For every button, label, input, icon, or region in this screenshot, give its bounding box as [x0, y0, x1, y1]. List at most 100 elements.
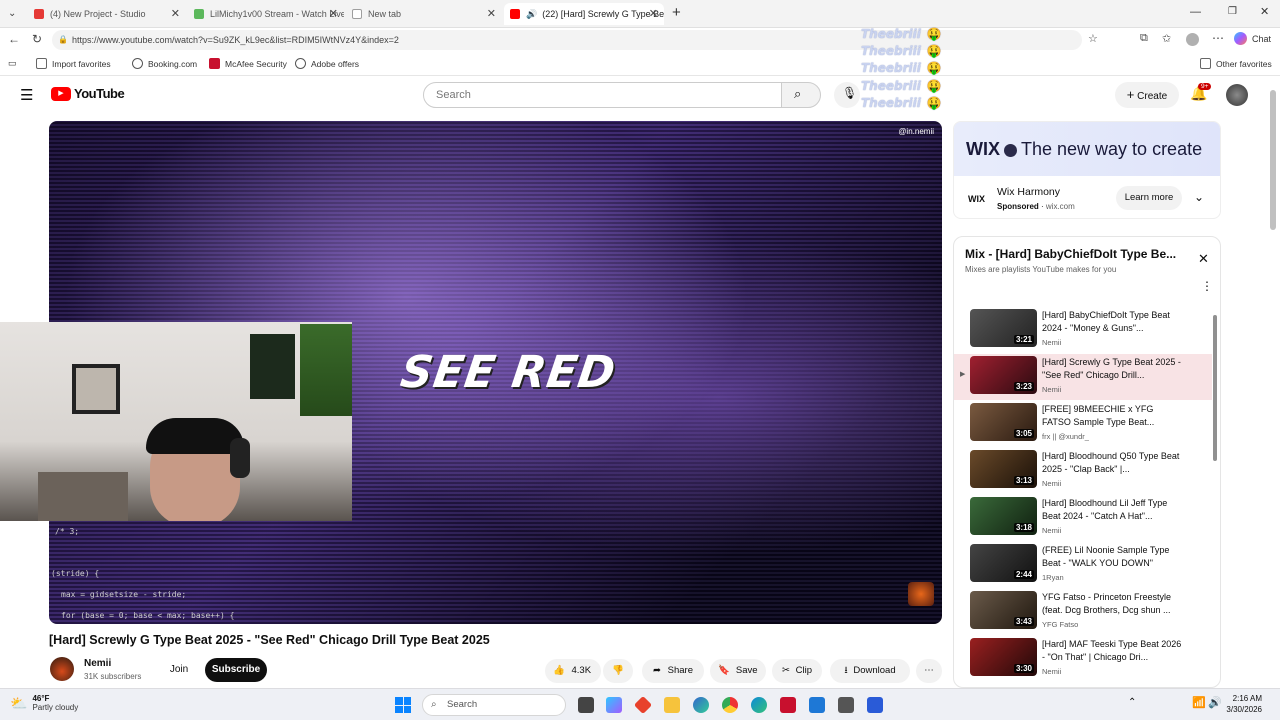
edge-icon[interactable]: [693, 697, 709, 713]
close-icon[interactable]: ✕: [171, 7, 180, 20]
favorites-icon[interactable]: ✩: [1162, 32, 1171, 45]
playlist-item-current[interactable]: ▶ 3:23 [Hard] Screwly G Type Beat 2025 -…: [954, 354, 1212, 400]
favorite-label: Adobe offers: [311, 58, 360, 69]
youtube-header: ☰ ▶ YouTube Search ⌕ 🎙 + Create 🔔 9+: [0, 76, 1270, 114]
wall-picture: [72, 364, 120, 414]
maximize-icon[interactable]: ❐: [1228, 6, 1237, 17]
speaker-icon[interactable]: 🔊: [526, 9, 537, 20]
refresh-icon[interactable]: ↻: [32, 32, 42, 46]
notifications-button[interactable]: 🔔 9+: [1190, 83, 1212, 103]
chevron-down-icon[interactable]: ⌄: [1194, 190, 1204, 204]
close-icon[interactable]: ✕: [487, 7, 496, 20]
avatar[interactable]: [1226, 84, 1248, 106]
playlist-item[interactable]: 3:43 YFG Fatso - Princeton Freestyle (fe…: [954, 589, 1212, 635]
close-icon[interactable]: ✕: [649, 7, 658, 20]
store-icon[interactable]: [838, 697, 854, 713]
more-icon[interactable]: ⋯: [1212, 31, 1224, 45]
other-favorites-label: Other favorites: [1216, 58, 1272, 69]
tab-stream[interactable]: LilMichy1v00 Stream - Watch Live ✕: [188, 3, 344, 25]
tab-studio[interactable]: (4) New Project - Studio ✕: [28, 3, 186, 25]
other-favorites[interactable]: Other favorites: [1200, 58, 1272, 69]
folder-icon: [1200, 58, 1211, 69]
mcafee-icon[interactable]: [780, 697, 796, 713]
search-button[interactable]: ⌕: [781, 82, 821, 108]
taskbar-search[interactable]: ⌕ Search: [422, 694, 566, 716]
playlist-item[interactable]: 2:44 (FREE) Lil Noonie Sample Type Beat …: [954, 542, 1212, 588]
create-button[interactable]: + Create: [1115, 82, 1179, 108]
start-button[interactable]: [395, 697, 411, 713]
clock[interactable]: 2:16 AM 3/30/2026: [1224, 693, 1262, 715]
favorite-booking[interactable]: Booking.com: [132, 58, 197, 69]
clip-button[interactable]: ✂ Clip: [772, 659, 822, 683]
page-scrollbar[interactable]: [1270, 90, 1276, 230]
mix-title[interactable]: Mix - [Hard] BabyChiefDoIt Type Be...: [965, 247, 1185, 261]
youtube-logo[interactable]: ▶ YouTube: [51, 86, 125, 101]
close-window-icon[interactable]: ✕: [1260, 5, 1269, 18]
ad-banner[interactable]: WIX The new way to create: [954, 122, 1220, 176]
chrome-icon[interactable]: [722, 697, 738, 713]
learn-more-button[interactable]: Learn more: [1116, 186, 1182, 210]
join-button[interactable]: Join: [160, 658, 198, 682]
playlist-item[interactable]: 3:21 [Hard] BabyChiefDoIt Type Beat 2024…: [954, 307, 1212, 353]
search-icon: ⌕: [794, 86, 802, 101]
channel-name[interactable]: Nemii: [84, 658, 111, 669]
profile-icon[interactable]: [1186, 33, 1199, 46]
menu-icon[interactable]: ☰: [20, 86, 33, 104]
file-explorer-icon[interactable]: [664, 697, 680, 713]
playlist-item[interactable]: 3:30 [Hard] MAF Teeski Type Beat 2026 - …: [954, 636, 1212, 682]
save-button[interactable]: 🔖 Save: [710, 659, 766, 683]
back-icon[interactable]: ←: [8, 32, 20, 46]
app-blue-icon[interactable]: [867, 697, 883, 713]
video-thumbnail: 3:13: [970, 450, 1037, 488]
volume-icon[interactable]: 🔊: [1208, 696, 1222, 709]
collections-icon[interactable]: ▭: [8, 58, 17, 69]
favorite-mcafee[interactable]: McAfee Security: [209, 58, 287, 69]
partly-cloudy-icon: ⛅: [10, 694, 28, 711]
close-icon[interactable]: ✕: [329, 7, 338, 20]
studio-tab-icon: [34, 9, 44, 19]
like-button[interactable]: 👍 4.3K: [545, 659, 601, 683]
new-tab-button[interactable]: +: [672, 4, 681, 21]
folder-icon: [36, 58, 47, 69]
video-thumbnail: 2:44: [970, 544, 1037, 582]
tab-new-tab[interactable]: New tab ✕: [346, 3, 502, 25]
chat-label: Chat: [1252, 33, 1272, 44]
favorite-adobe[interactable]: Adobe offers: [295, 58, 359, 69]
playlist-item[interactable]: 3:18 [Hard] Bloodhound Lil Jeff Type Bea…: [954, 495, 1212, 541]
weather-widget[interactable]: ⛅ 46°F Partly cloudy: [10, 694, 78, 712]
search-input[interactable]: Search: [423, 82, 783, 108]
video-thumbnail: 3:21: [970, 309, 1037, 347]
dislike-button[interactable]: 👎: [603, 659, 633, 683]
more-vert-icon[interactable]: ⋮: [1201, 279, 1213, 293]
channel-logo-icon: [908, 582, 934, 606]
share-button[interactable]: ➦ Share: [642, 659, 704, 683]
edge-active-icon[interactable]: [751, 697, 767, 713]
show-hidden-icons[interactable]: ⌃: [1128, 697, 1136, 708]
minimize-icon[interactable]: —: [1190, 6, 1201, 18]
extensions-icon[interactable]: ⧉: [1140, 32, 1148, 45]
playlist-item[interactable]: 3:05 [FREE] 9BMEECHIE x YFG FATSO Sample…: [954, 401, 1212, 447]
more-actions-button[interactable]: ⋯: [916, 659, 942, 683]
video-duration: 3:13: [1013, 476, 1034, 485]
app-red-icon[interactable]: [633, 695, 653, 715]
playlist-item[interactable]: 3:13 [Hard] Bloodhound Q50 Type Beat 202…: [954, 448, 1212, 494]
copilot-icon[interactable]: [606, 697, 622, 713]
star-icon[interactable]: ☆: [1088, 32, 1098, 45]
voice-search-button[interactable]: 🎙: [834, 82, 860, 108]
close-icon[interactable]: ✕: [1198, 251, 1209, 267]
ad-sponsored-line: Sponsored · wix.com: [997, 202, 1075, 211]
mail-icon[interactable]: [809, 697, 825, 713]
download-button[interactable]: ⭳ Download: [830, 659, 910, 683]
task-view-icon[interactable]: [578, 697, 594, 713]
channel-avatar[interactable]: [50, 657, 74, 681]
favorite-import[interactable]: Import favorites: [36, 58, 111, 69]
copilot-chat-button[interactable]: Chat: [1234, 32, 1271, 45]
tab-actions-icon[interactable]: ⌄: [8, 8, 16, 19]
subscribe-button[interactable]: Subscribe: [205, 658, 267, 682]
wifi-icon[interactable]: 📶: [1192, 696, 1206, 709]
more-icon: ⋯: [924, 665, 934, 676]
playlist-scrollbar[interactable]: [1213, 315, 1217, 461]
tab-youtube-active[interactable]: 🔊 (22) [Hard] Screwly G Type Be ✕: [504, 3, 664, 25]
sponsored-ad[interactable]: WIX The new way to create WIX Wix Harmony…: [953, 121, 1221, 219]
playlist-item-channel: frx || @xundr_: [1042, 432, 1089, 441]
